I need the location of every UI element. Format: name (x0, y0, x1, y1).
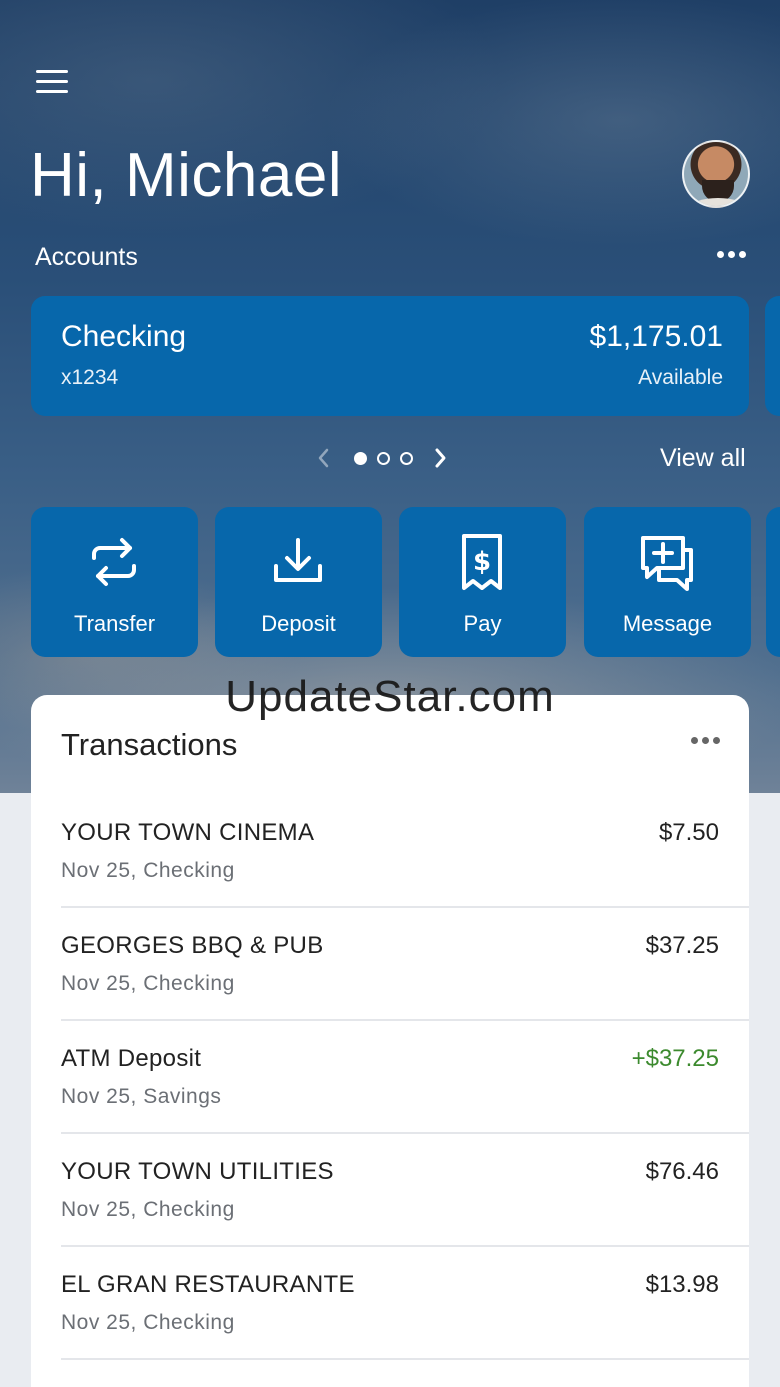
transaction-name: EL GRAN RESTAURANTE (61, 1271, 355, 1298)
pager-dot-active[interactable] (354, 451, 367, 465)
account-number: x1234 (61, 366, 119, 389)
transaction-row[interactable]: GEORGES BBQ & PUB Nov 25, Checking $37.2… (61, 908, 749, 1021)
next-action-peek[interactable] (766, 507, 780, 657)
divider (61, 1358, 749, 1360)
transaction-name: YOUR TOWN UTILITIES (61, 1158, 334, 1185)
transaction-date-account: Nov 25, Checking (61, 1311, 235, 1334)
pay-label: Pay (463, 611, 502, 636)
account-name: Checking (61, 320, 187, 353)
pager-dot[interactable] (377, 451, 390, 465)
transaction-name: YOUR TOWN CINEMA (61, 819, 315, 846)
deposit-button[interactable]: Deposit (215, 507, 382, 657)
message-bubble-icon (641, 536, 693, 591)
pager-dots (354, 451, 413, 465)
transactions-card: Transactions YOUR TOWN CINEMA Nov 25, Ch… (31, 695, 749, 1387)
account-balance-label: Available (638, 366, 723, 389)
message-button[interactable]: Message (584, 507, 751, 657)
transaction-amount: $13.98 (645, 1271, 719, 1298)
transfer-button[interactable]: Transfer (31, 507, 198, 657)
next-account-card-peek[interactable] (765, 296, 780, 416)
transaction-row[interactable]: ATM Deposit Nov 25, Savings +$37.25 (61, 1021, 749, 1134)
transaction-name: ATM Deposit (61, 1045, 202, 1072)
watermark-text: UpdateStar.com (225, 672, 555, 721)
pay-receipt-icon: $ (462, 534, 502, 590)
account-pager (310, 443, 455, 473)
transfer-arrows-icon (92, 538, 136, 586)
transaction-row[interactable]: YOUR TOWN CINEMA Nov 25, Checking $7.50 (61, 795, 749, 908)
hamburger-menu-icon[interactable] (36, 70, 70, 96)
pager-dot[interactable] (400, 451, 413, 465)
deposit-label: Deposit (261, 611, 336, 636)
transaction-row[interactable]: YOUR TOWN UTILITIES Nov 25, Checking $76… (61, 1134, 749, 1247)
transaction-date-account: Nov 25, Savings (61, 1085, 222, 1108)
transactions-title: Transactions (61, 727, 238, 762)
deposit-download-icon (274, 538, 322, 582)
transaction-amount-credit: +$37.25 (631, 1045, 719, 1072)
transaction-amount: $37.25 (645, 932, 719, 959)
view-all-link[interactable]: View all (660, 444, 746, 473)
transaction-amount: $7.50 (658, 819, 719, 846)
transactions-more-icon[interactable] (691, 737, 720, 744)
accounts-more-icon[interactable] (714, 245, 748, 263)
account-card-checking[interactable]: Checking x1234 $1,175.01 Available (31, 296, 749, 416)
message-label: Message (622, 611, 713, 636)
profile-avatar[interactable] (682, 140, 750, 208)
chevron-left-icon[interactable] (310, 443, 340, 473)
pay-button[interactable]: $ Pay (399, 507, 566, 657)
transaction-amount: $76.46 (645, 1158, 719, 1185)
svg-text:$: $ (473, 547, 491, 577)
chevron-right-icon[interactable] (425, 443, 455, 473)
account-balance: $1,175.01 (589, 320, 723, 353)
transaction-name: GEORGES BBQ & PUB (61, 932, 324, 959)
greeting-title: Hi, Michael (30, 141, 343, 210)
transaction-date-account: Nov 25, Checking (61, 1198, 235, 1221)
transfer-label: Transfer (73, 611, 156, 636)
accounts-label: Accounts (35, 243, 138, 271)
transaction-date-account: Nov 25, Checking (61, 859, 235, 882)
transaction-date-account: Nov 25, Checking (61, 972, 235, 995)
transaction-row[interactable]: EL GRAN RESTAURANTE Nov 25, Checking $13… (61, 1247, 749, 1360)
